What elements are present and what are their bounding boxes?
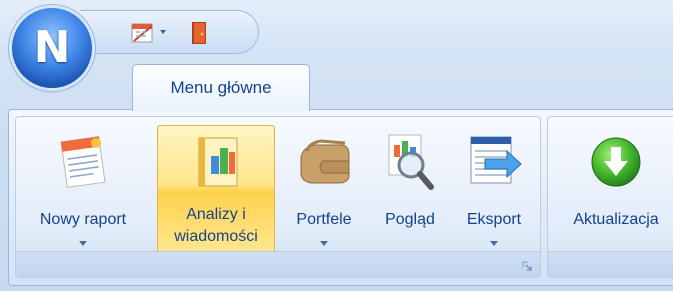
update-label: Aktualizacja [573,211,659,228]
ribbon-group-main: Nowy raport Analizy i wiadomości Portfel… [15,116,541,278]
new-report-label: Nowy raport [39,211,127,228]
ribbon-panel: Nowy raport Analizy i wiadomości Portfel… [8,109,673,286]
calendar-quick-button[interactable] [130,20,166,44]
export-label: Eksport [466,211,522,228]
preview-magnifier-icon [388,134,434,190]
export-button[interactable]: Eksport [454,125,534,255]
app-window: N Menu główne Nowy raport Analizy i wiad… [0,0,673,291]
preview-button[interactable]: Pogląd [372,125,448,255]
update-download-icon [591,137,641,187]
ribbon-group-footer [16,251,540,277]
chevron-down-icon [160,30,166,34]
analysis-news-label: Analizy i wiadomości [174,206,258,245]
exit-door-icon [192,22,206,44]
calendar-icon [131,23,153,43]
application-menu-button[interactable]: N [12,8,92,88]
new-report-icon [60,136,106,188]
preview-label: Pogląd [385,211,435,228]
tab-menu-glowne[interactable]: Menu główne [132,64,310,111]
update-button[interactable]: Aktualizacja [552,125,673,255]
portfolios-button[interactable]: Portfele [282,125,366,255]
quick-access-toolbar [80,10,259,54]
app-logo-letter: N [33,22,71,73]
dialog-launcher-icon[interactable] [522,261,532,271]
analysis-news-icon [198,137,238,187]
ribbon-group-footer [548,251,673,277]
new-report-button[interactable]: Nowy raport [18,125,148,255]
tab-label: Menu główne [170,78,272,97]
export-arrow-icon [470,136,522,184]
chevron-down-icon [490,241,498,246]
portfolios-label: Portfele [296,211,352,228]
ribbon-group-update: Aktualizacja [547,116,673,278]
exit-quick-button[interactable] [188,20,210,46]
chevron-down-icon [320,241,328,246]
analysis-news-button[interactable]: Analizy i wiadomości [157,125,275,257]
chevron-down-icon [79,241,87,246]
wallet-icon [300,139,350,184]
